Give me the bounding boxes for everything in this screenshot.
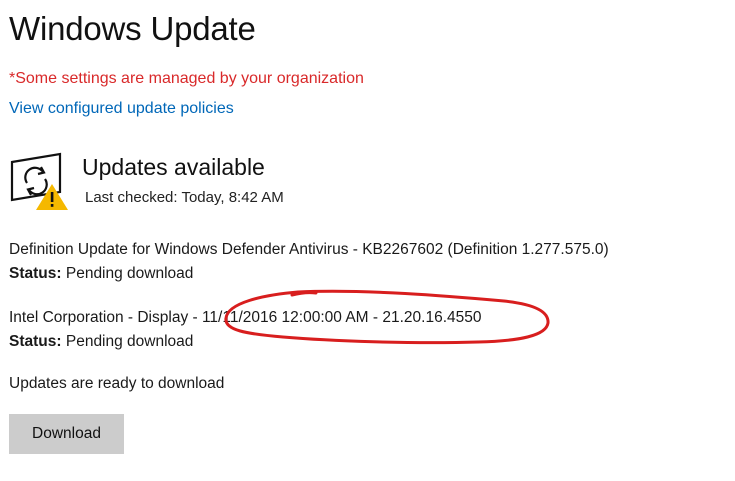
- status-value: Pending download: [65, 265, 194, 282]
- managed-by-organization-notice: *Some settings are managed by your organ…: [9, 70, 364, 87]
- update-status: Status: Pending download: [9, 330, 481, 354]
- page-title: Windows Update: [9, 10, 256, 47]
- update-name: Definition Update for Windows Defender A…: [9, 241, 609, 258]
- view-update-policies-link[interactable]: View configured update policies: [9, 100, 234, 118]
- update-item-intel-display: Intel Corporation - Display - 11/11/2016…: [9, 306, 481, 354]
- updates-ready-text: Updates are ready to download: [9, 375, 225, 392]
- status-label: Status:: [9, 265, 62, 282]
- status-value: Pending download: [65, 333, 194, 350]
- status-title: Updates available: [82, 154, 265, 180]
- update-name: Intel Corporation - Display - 11/11/2016…: [9, 309, 482, 326]
- update-item-defender-definition: Definition Update for Windows Defender A…: [9, 238, 609, 286]
- download-button[interactable]: Download: [9, 414, 124, 454]
- update-warning-icon: [10, 152, 72, 212]
- update-status: Status: Pending download: [9, 262, 609, 286]
- status-label: Status:: [9, 333, 62, 350]
- last-checked-time: Last checked: Today, 8:42 AM: [85, 189, 284, 206]
